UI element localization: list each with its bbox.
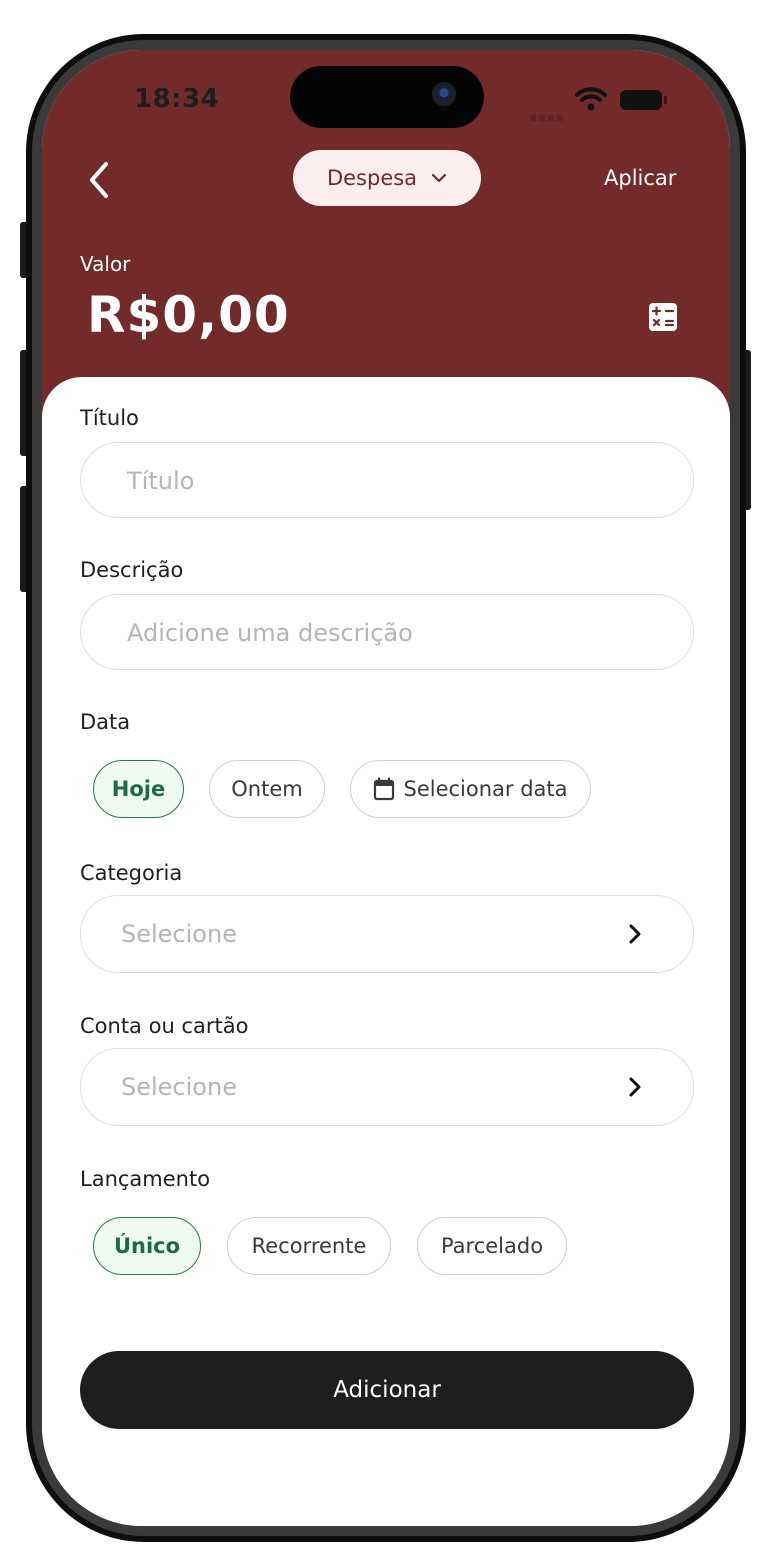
add-button[interactable]: Adicionar xyxy=(80,1351,694,1429)
entry-chip-single-label: Único xyxy=(113,1234,181,1258)
chevron-right-icon xyxy=(629,1077,641,1097)
title-label: Título xyxy=(80,406,139,430)
date-chip-select-date[interactable]: Selecionar data xyxy=(350,760,591,818)
calendar-icon xyxy=(374,777,395,801)
phone-mockup: 18:34 Despesa Aplicar Valor R$0,00 Títul… xyxy=(0,0,768,1568)
value-amount[interactable]: R$0,00 xyxy=(87,286,290,344)
title-field xyxy=(80,442,694,519)
wifi-icon xyxy=(575,87,607,111)
category-select[interactable]: Selecione xyxy=(80,895,694,973)
account-label: Conta ou cartão xyxy=(80,1014,249,1038)
title-input[interactable] xyxy=(125,443,649,519)
entry-chip-installments[interactable]: Parcelado xyxy=(417,1217,567,1275)
entry-chip-recurring-label: Recorrente xyxy=(251,1234,367,1258)
entry-chip-single[interactable]: Único xyxy=(93,1217,201,1275)
value-label: Valor xyxy=(80,252,131,276)
cellular-signal-icon xyxy=(530,106,566,125)
description-label: Descrição xyxy=(80,558,184,582)
calculator-button[interactable] xyxy=(648,302,678,332)
dynamic-island xyxy=(290,66,484,128)
entry-type-label: Lançamento xyxy=(80,1167,211,1191)
status-time: 18:34 xyxy=(134,84,220,114)
date-chip-select-date-label: Selecionar data xyxy=(403,777,568,801)
app-screen: 18:34 Despesa Aplicar Valor R$0,00 Títul… xyxy=(42,50,730,1526)
entry-chip-recurring[interactable]: Recorrente xyxy=(227,1217,391,1275)
description-input[interactable] xyxy=(125,595,649,671)
category-select-placeholder: Selecione xyxy=(121,920,237,948)
back-button[interactable] xyxy=(84,158,114,202)
calculator-icon xyxy=(649,303,677,331)
account-select[interactable]: Selecione xyxy=(80,1048,694,1126)
date-chip-today-label: Hoje xyxy=(111,777,166,801)
date-chip-yesterday-label: Ontem xyxy=(231,777,303,801)
transaction-type-label: Despesa xyxy=(326,166,418,190)
add-button-label: Adicionar xyxy=(333,1377,441,1403)
chevron-down-icon xyxy=(431,173,447,183)
description-field xyxy=(80,594,694,671)
date-chip-yesterday[interactable]: Ontem xyxy=(209,760,325,818)
chevron-left-icon xyxy=(90,162,108,198)
apply-button[interactable]: Aplicar xyxy=(604,166,676,190)
entry-chip-installments-label: Parcelado xyxy=(440,1234,544,1258)
camera-icon xyxy=(432,82,456,106)
transaction-type-selector[interactable]: Despesa xyxy=(293,150,481,206)
date-chip-today[interactable]: Hoje xyxy=(93,760,184,818)
account-select-placeholder: Selecione xyxy=(121,1073,237,1101)
chevron-right-icon xyxy=(629,924,641,944)
date-label: Data xyxy=(80,710,131,734)
battery-cap xyxy=(664,96,667,104)
category-label: Categoria xyxy=(80,861,183,885)
battery-icon xyxy=(620,90,662,110)
